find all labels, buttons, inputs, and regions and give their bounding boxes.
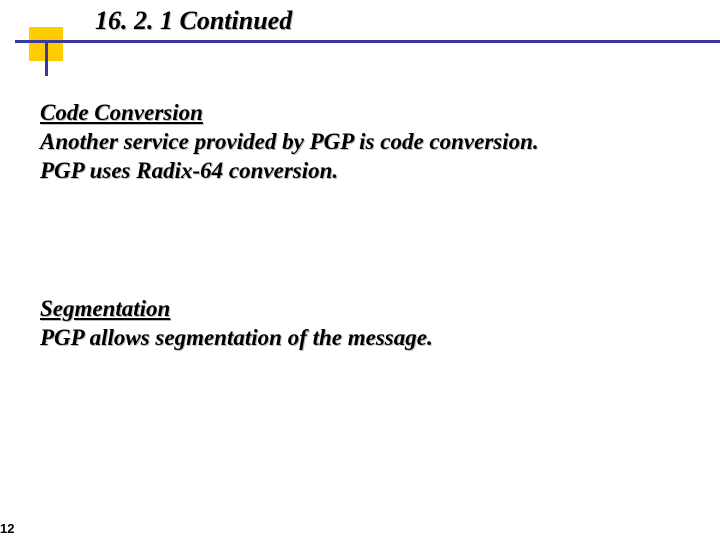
slide-title: 16. 2. 1 Continued (95, 6, 292, 36)
section-heading: Code Conversion (40, 100, 690, 126)
section-text-line: Another service provided by PGP is code … (40, 128, 690, 157)
slide-body: Code Conversion Another service provided… (40, 100, 690, 352)
section-heading: Segmentation (40, 296, 690, 322)
page-number: 12 (0, 521, 14, 536)
section-segmentation: Segmentation PGP allows segmentation of … (40, 296, 690, 353)
slide-header: 16. 2. 1 Continued (0, 0, 720, 60)
section-text-line: PGP uses Radix-64 conversion. (40, 157, 690, 186)
header-rule-horizontal (15, 40, 720, 43)
section-text-line: PGP allows segmentation of the message. (40, 324, 690, 353)
header-rule-vertical (45, 40, 48, 76)
section-code-conversion: Code Conversion Another service provided… (40, 100, 690, 186)
